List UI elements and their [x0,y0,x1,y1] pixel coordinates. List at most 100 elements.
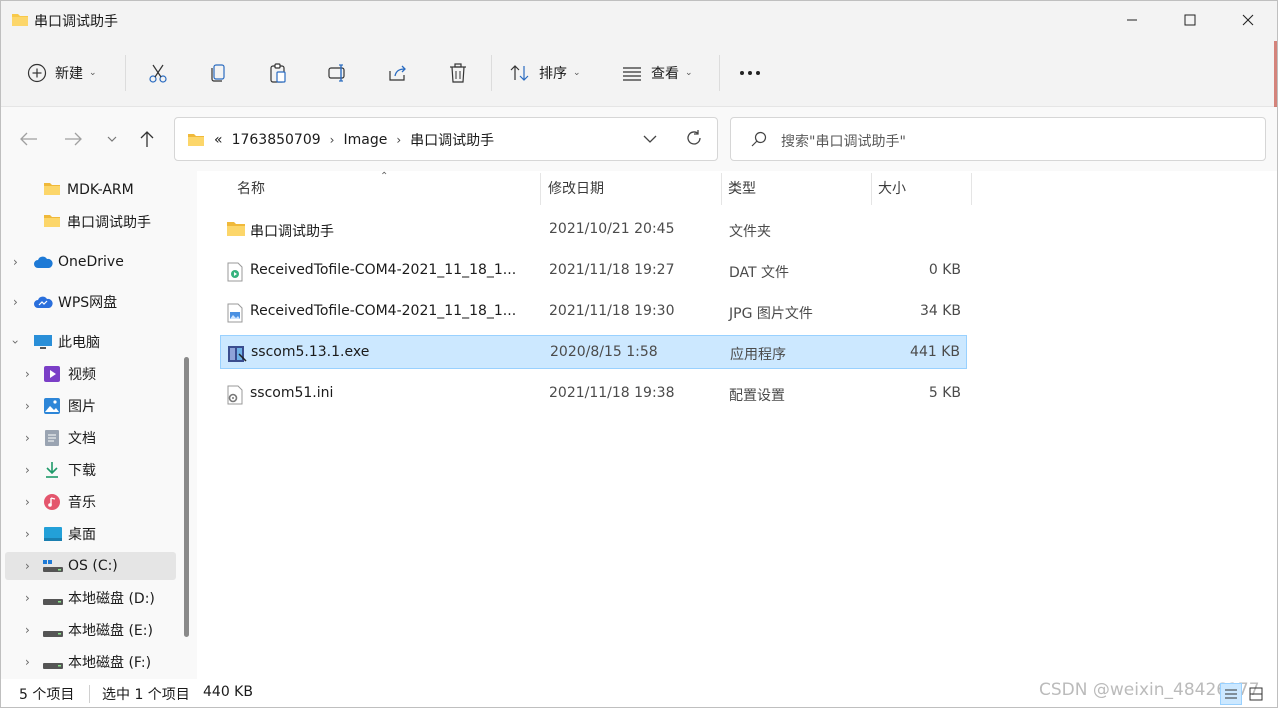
sidebar-item-wps-drive[interactable]: › WPS网盘 [5,288,175,316]
breadcrumb-item[interactable]: 1763850709 [232,132,321,148]
more-options-button[interactable] [739,57,763,89]
view-lines-icon [623,67,641,81]
chevron-right-icon[interactable]: › [13,295,18,309]
share-icon [389,65,406,81]
sidebar-item-os-c[interactable]: › OS (C:) [5,552,176,580]
download-icon [44,461,60,483]
up-button[interactable] [135,127,159,151]
window-title: 串口调试助手 [34,14,118,30]
file-date: 2021/10/21 20:45 [549,221,675,237]
status-selected-count: 选中 1 个项目 [102,687,190,703]
arrow-left-icon [20,132,37,146]
sidebar-item-videos[interactable]: › 视频 [5,360,175,388]
sidebar-item-mdk-arm[interactable]: MDK-ARM [5,176,175,204]
tiles-view-button[interactable] [1245,683,1267,705]
sidebar-item-label: 本地磁盘 (F:) [68,655,152,671]
folder-icon [188,134,204,146]
breadcrumb-item[interactable]: Image [343,132,387,148]
column-divider[interactable] [871,173,872,205]
chevron-right-icon[interactable]: › [25,623,30,637]
sidebar-item-this-pc[interactable]: › 此电脑 [5,328,175,356]
sidebar-item-drive-d[interactable]: › 本地磁盘 (D:) [5,584,175,612]
sidebar-item-label: OneDrive [58,254,124,270]
file-date: 2020/8/15 1:58 [550,344,658,360]
chevron-right-icon[interactable]: › [25,527,30,541]
sidebar-item-drive-f[interactable]: › 本地磁盘 (F:) [5,648,175,676]
chevron-right-icon[interactable]: › [25,591,30,605]
breadcrumb-item[interactable]: 串口调试助手 [410,130,494,150]
arrow-up-icon [140,131,154,147]
rename-button[interactable] [327,57,349,89]
table-row[interactable]: ReceivedTofile-COM4-2021_11_18_1... 2021… [220,295,967,329]
toolbar-divider [491,55,492,91]
scissors-icon [149,64,167,83]
chevron-right-icon[interactable]: › [25,495,30,509]
sidebar-item-downloads[interactable]: › 下载 [5,456,175,484]
maximize-button[interactable] [1161,1,1219,39]
file-explorer-window: 串口调试助手 新建 ⌄ 排序 ⌄ 查看 ⌄ « 1763850709 › Ima… [0,0,1278,708]
sidebar-item-onedrive[interactable]: › OneDrive [5,248,175,276]
chevron-right-icon[interactable]: › [25,431,30,445]
file-list: ⌃ 名称 修改日期 类型 大小 串口调试助手 2021/10/21 20:45 … [197,171,1277,679]
forward-button[interactable] [61,127,85,151]
cut-button[interactable] [147,57,169,89]
copy-button[interactable] [207,57,229,89]
chevron-right-icon[interactable]: › [25,655,30,669]
column-header-type[interactable]: 类型 [728,171,756,205]
chevron-right-icon[interactable]: › [25,367,30,381]
chevron-right-icon[interactable]: › [13,255,18,269]
back-button[interactable] [17,127,41,151]
minimize-button[interactable] [1103,1,1161,39]
paste-button[interactable] [267,57,289,89]
chevron-right-icon[interactable]: › [25,463,30,477]
sidebar-item-pictures[interactable]: › 图片 [5,392,175,420]
column-divider[interactable] [971,173,972,205]
sidebar-scrollbar[interactable] [184,357,189,637]
search-box[interactable]: 搜索"串口调试助手" [730,117,1266,161]
table-row[interactable]: 串口调试助手 2021/10/21 20:45 文件夹 [220,213,967,247]
breadcrumb-overflow[interactable]: « [214,132,223,148]
column-header-size[interactable]: 大小 [878,171,906,205]
file-type: DAT 文件 [729,265,790,281]
sort-button[interactable]: 排序 ⌄ [509,57,581,89]
refresh-icon [687,130,701,145]
sidebar-item-drive-e[interactable]: › 本地磁盘 (E:) [5,616,175,644]
delete-button[interactable] [447,57,469,89]
details-view-button[interactable] [1220,683,1242,705]
share-button[interactable] [387,57,409,89]
sidebar-item-label: OS (C:) [68,558,118,574]
refresh-button[interactable] [685,129,703,151]
chevron-right-icon[interactable]: › [25,559,30,573]
view-button-label: 查看 [651,66,679,82]
sidebar-item-label: 桌面 [68,527,96,543]
column-header-name[interactable]: 名称 [237,171,265,205]
search-input[interactable]: 搜索"串口调试助手" [781,131,906,151]
chevron-down-icon: ⌄ [573,68,581,78]
chevron-down-icon[interactable]: › [8,340,22,345]
file-size: 441 KB [910,344,960,360]
navigation-pane: MDK-ARM 串口调试助手 › OneDrive › WPS网盘 › 此电脑 … [1,171,197,679]
cloud-icon [33,256,53,273]
table-row[interactable]: sscom51.ini 2021/11/18 19:38 配置设置 5 KB [220,377,967,411]
column-header-date[interactable]: 修改日期 [548,171,604,205]
sidebar-item-serial-assistant[interactable]: 串口调试助手 [5,208,175,236]
file-name: ReceivedTofile-COM4-2021_11_18_1... [250,303,517,319]
sidebar-item-documents[interactable]: › 文档 [5,424,175,452]
sidebar-item-desktop[interactable]: › 桌面 [5,520,175,548]
table-row[interactable]: ReceivedTofile-COM4-2021_11_18_1... 2021… [220,254,967,288]
recent-locations-button[interactable] [100,127,124,151]
view-button[interactable]: 查看 ⌄ [621,57,693,89]
chevron-right-icon[interactable]: › [25,399,30,413]
column-divider[interactable] [721,173,722,205]
sidebar-item-music[interactable]: › 音乐 [5,488,175,516]
drive-icon [42,626,64,642]
column-divider[interactable] [540,173,541,205]
rename-icon [328,64,345,82]
address-bar[interactable]: « 1763850709 › Image › 串口调试助手 [174,117,718,161]
close-button[interactable] [1219,1,1277,39]
file-type: 文件夹 [729,224,771,240]
address-dropdown-button[interactable] [643,132,657,148]
new-button[interactable]: 新建 ⌄ [27,57,97,89]
sidebar-item-label: 文档 [68,431,96,447]
table-row[interactable]: sscom5.13.1.exe 2020/8/15 1:58 应用程序 441 … [220,335,967,369]
